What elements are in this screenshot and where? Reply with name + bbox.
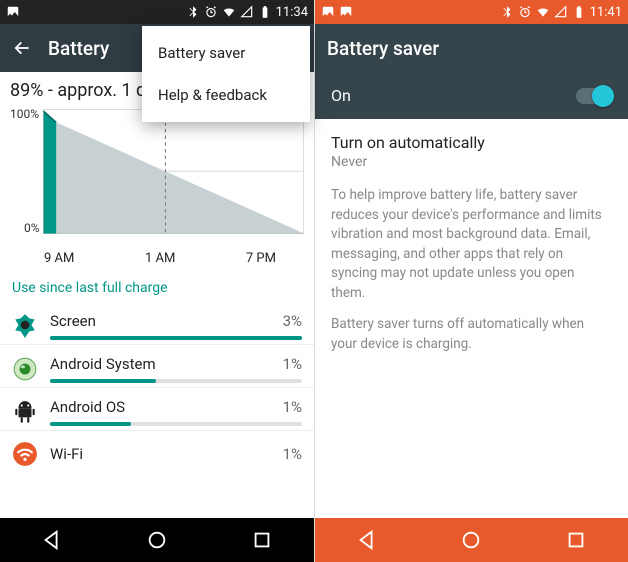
row-pct: 1% [283, 445, 302, 463]
nav-bar [315, 518, 628, 562]
desc-p2: Battery saver turns off automatically wh… [331, 315, 612, 354]
back-button[interactable] [12, 38, 32, 58]
image-icon [6, 5, 20, 19]
app-bar: Battery saver [315, 24, 628, 72]
nav-recents-button[interactable] [251, 529, 273, 551]
nav-bar [0, 518, 314, 562]
signal-icon [240, 5, 254, 19]
nav-home-button[interactable] [146, 529, 168, 551]
row-bar [50, 336, 302, 340]
status-time: 11:34 [276, 5, 308, 20]
x-axis-labels: 9 AM 1 AM 7 PM [10, 249, 304, 266]
bluetooth-icon [186, 5, 200, 19]
menu-item-help-feedback[interactable]: Help & feedback [142, 74, 310, 116]
row-bar [50, 422, 302, 426]
alarm-icon [204, 5, 218, 19]
usage-row[interactable]: Wi-Fi 1% [0, 430, 314, 471]
wifi-icon [222, 5, 236, 19]
chart-svg [10, 109, 304, 249]
battery-screen: 11:34 Battery 89% - approx. 1 da 100% 0% [0, 0, 314, 562]
signal-icon [554, 5, 568, 19]
usage-row[interactable]: Screen 3% [0, 302, 314, 344]
overflow-menu: Battery saver Help & feedback [142, 26, 310, 122]
y-tick-top: 100% [10, 107, 39, 121]
on-off-label: On [331, 86, 351, 105]
battery-icon [258, 5, 272, 19]
auto-value: Never [331, 154, 612, 170]
battery-chart[interactable]: 100% 0% 10/23 9 AM 1 AM 7 PM [0, 103, 314, 270]
row-pct: 1% [283, 355, 302, 373]
wifi-app-icon [12, 441, 38, 467]
x-tick-1: 1 AM [145, 251, 175, 266]
wifi-icon [536, 5, 550, 19]
nav-home-button[interactable] [460, 529, 482, 551]
menu-item-battery-saver[interactable]: Battery saver [142, 32, 310, 74]
usage-list: Screen 3% Android System 1% Android OS 1% [0, 302, 314, 518]
nav-back-button[interactable] [356, 529, 378, 551]
description: To help improve battery life, battery sa… [315, 170, 628, 371]
row-name: Wi-Fi [50, 445, 83, 463]
row-pct: 3% [283, 312, 302, 330]
use-since-charge-link[interactable]: Use since last full charge [0, 270, 314, 302]
page-title: Battery [48, 37, 109, 60]
android-system-icon [12, 356, 38, 382]
page-title: Battery saver [327, 37, 439, 60]
nav-recents-button[interactable] [565, 529, 587, 551]
image-icon [321, 5, 335, 19]
screen-icon [12, 313, 38, 339]
auto-title: Turn on automatically [331, 133, 612, 152]
row-bar [50, 379, 302, 383]
usage-row[interactable]: Android System 1% [0, 344, 314, 387]
nav-back-button[interactable] [41, 529, 63, 551]
status-time: 11:41 [590, 5, 622, 20]
row-name: Android OS [50, 398, 125, 416]
row-name: Android System [50, 355, 156, 373]
status-bar: 11:41 [315, 0, 628, 24]
usage-row[interactable]: Android OS 1% [0, 387, 314, 430]
status-bar: 11:34 [0, 0, 314, 24]
x-tick-0: 9 AM [44, 251, 74, 266]
battery-icon [572, 5, 586, 19]
row-pct: 1% [283, 398, 302, 416]
image-icon [339, 5, 353, 19]
battery-saver-toggle[interactable] [576, 88, 612, 104]
on-off-panel: On [315, 72, 628, 119]
android-os-icon [12, 399, 38, 425]
x-tick-2: 7 PM [246, 251, 276, 266]
row-name: Screen [50, 312, 96, 330]
y-tick-bottom: 0% [24, 221, 40, 235]
alarm-icon [518, 5, 532, 19]
bluetooth-icon [500, 5, 514, 19]
battery-saver-screen: 11:41 Battery saver On Turn on automatic… [314, 0, 628, 562]
desc-p1: To help improve battery life, battery sa… [331, 186, 612, 303]
auto-row[interactable]: Turn on automatically Never [315, 119, 628, 170]
